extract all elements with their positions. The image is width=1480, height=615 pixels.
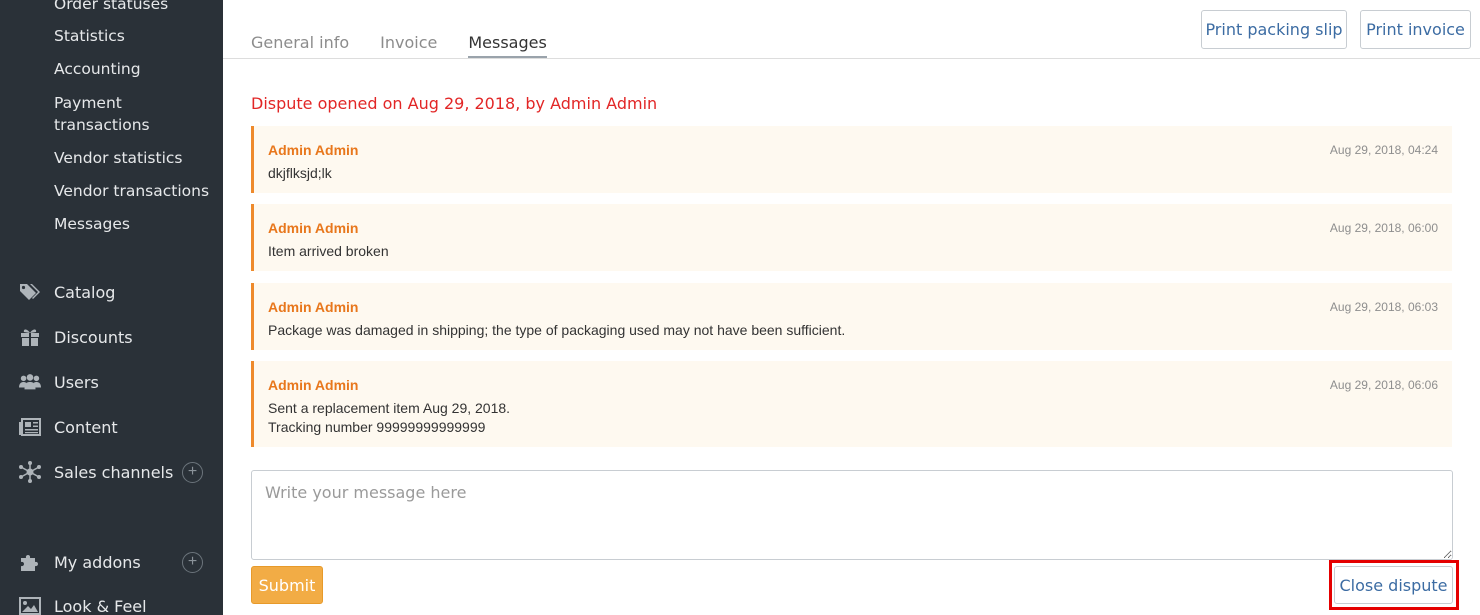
message-item: Admin Admin Aug 29, 2018, 04:24 dkjflksj… <box>251 126 1452 193</box>
print-invoice-button[interactable]: Print invoice <box>1360 10 1471 49</box>
sidebar-item-look-and-feel[interactable]: Look & Feel <box>0 591 223 615</box>
sidebar-item-vendor-statistics[interactable]: Vendor statistics <box>54 147 219 169</box>
dispute-banner: Dispute opened on Aug 29, 2018, by Admin… <box>251 94 658 113</box>
sidebar-item-sales-channels[interactable]: Sales channels + <box>0 457 223 487</box>
sidebar-item-my-addons[interactable]: My addons + <box>0 547 223 577</box>
puzzle-icon <box>19 551 41 573</box>
users-icon <box>19 371 41 393</box>
message-input[interactable] <box>251 470 1453 560</box>
tabs-divider <box>223 58 1480 59</box>
image-icon <box>19 595 41 615</box>
tab-invoice[interactable]: Invoice <box>380 33 437 59</box>
message-time: Aug 29, 2018, 06:06 <box>1329 378 1438 392</box>
sidebar-item-label: Content <box>54 417 118 437</box>
message-author: Admin Admin <box>268 299 359 315</box>
message-item: Admin Admin Aug 29, 2018, 06:06 Sent a r… <box>251 361 1452 447</box>
add-addon-button[interactable]: + <box>182 551 203 573</box>
network-icon <box>19 461 41 483</box>
submit-button[interactable]: Submit <box>251 566 323 604</box>
message-author: Admin Admin <box>268 377 359 393</box>
message-time: Aug 29, 2018, 06:03 <box>1329 300 1438 314</box>
sidebar-item-content[interactable]: Content <box>0 412 223 442</box>
sidebar-item-catalog[interactable]: Catalog <box>0 277 223 307</box>
tab-messages[interactable]: Messages <box>468 33 547 59</box>
message-item: Admin Admin Aug 29, 2018, 06:00 Item arr… <box>251 204 1452 271</box>
message-item: Admin Admin Aug 29, 2018, 06:03 Package … <box>251 283 1452 350</box>
sidebar-item-order-statuses[interactable]: Order statuses <box>54 0 219 15</box>
add-sales-channel-button[interactable]: + <box>182 461 203 483</box>
tab-general-info[interactable]: General info <box>251 33 349 59</box>
print-packing-slip-button[interactable]: Print packing slip <box>1201 10 1347 49</box>
message-text: Sent a replacement item Aug 29, 2018. Tr… <box>268 400 511 435</box>
gift-icon <box>19 326 41 348</box>
sidebar-item-label: Users <box>54 372 99 392</box>
sidebar-item-vendor-transactions[interactable]: Vendor transactions <box>54 180 219 202</box>
sidebar-item-users[interactable]: Users <box>0 367 223 397</box>
sidebar-item-label: Discounts <box>54 327 133 347</box>
message-author: Admin Admin <box>268 142 359 158</box>
sidebar-item-label: Catalog <box>54 282 116 302</box>
close-dispute-button[interactable]: Close dispute <box>1334 566 1453 604</box>
sidebar-item-messages[interactable]: Messages <box>54 213 219 235</box>
sidebar-item-accounting[interactable]: Accounting <box>54 58 219 80</box>
message-text: Package was damaged in shipping; the typ… <box>268 322 846 338</box>
sidebar: Order statuses Statistics Accounting Pay… <box>0 0 223 615</box>
sidebar-item-payment-transactions[interactable]: Payment transactions <box>54 92 184 136</box>
message-text: Item arrived broken <box>268 243 389 259</box>
newspaper-icon <box>19 416 41 438</box>
sidebar-item-label: Look & Feel <box>54 596 147 615</box>
sidebar-item-label: My addons <box>54 552 141 572</box>
tag-icon <box>19 281 41 303</box>
sidebar-item-discounts[interactable]: Discounts <box>0 322 223 352</box>
order-tabs: General info Invoice Messages <box>251 33 578 59</box>
sidebar-item-label: Sales channels <box>54 462 174 482</box>
message-author: Admin Admin <box>268 220 359 236</box>
message-text: dkjflksjd;lk <box>268 165 332 181</box>
message-time: Aug 29, 2018, 04:24 <box>1329 143 1438 157</box>
sidebar-item-statistics[interactable]: Statistics <box>54 25 219 47</box>
message-time: Aug 29, 2018, 06:00 <box>1329 221 1438 235</box>
